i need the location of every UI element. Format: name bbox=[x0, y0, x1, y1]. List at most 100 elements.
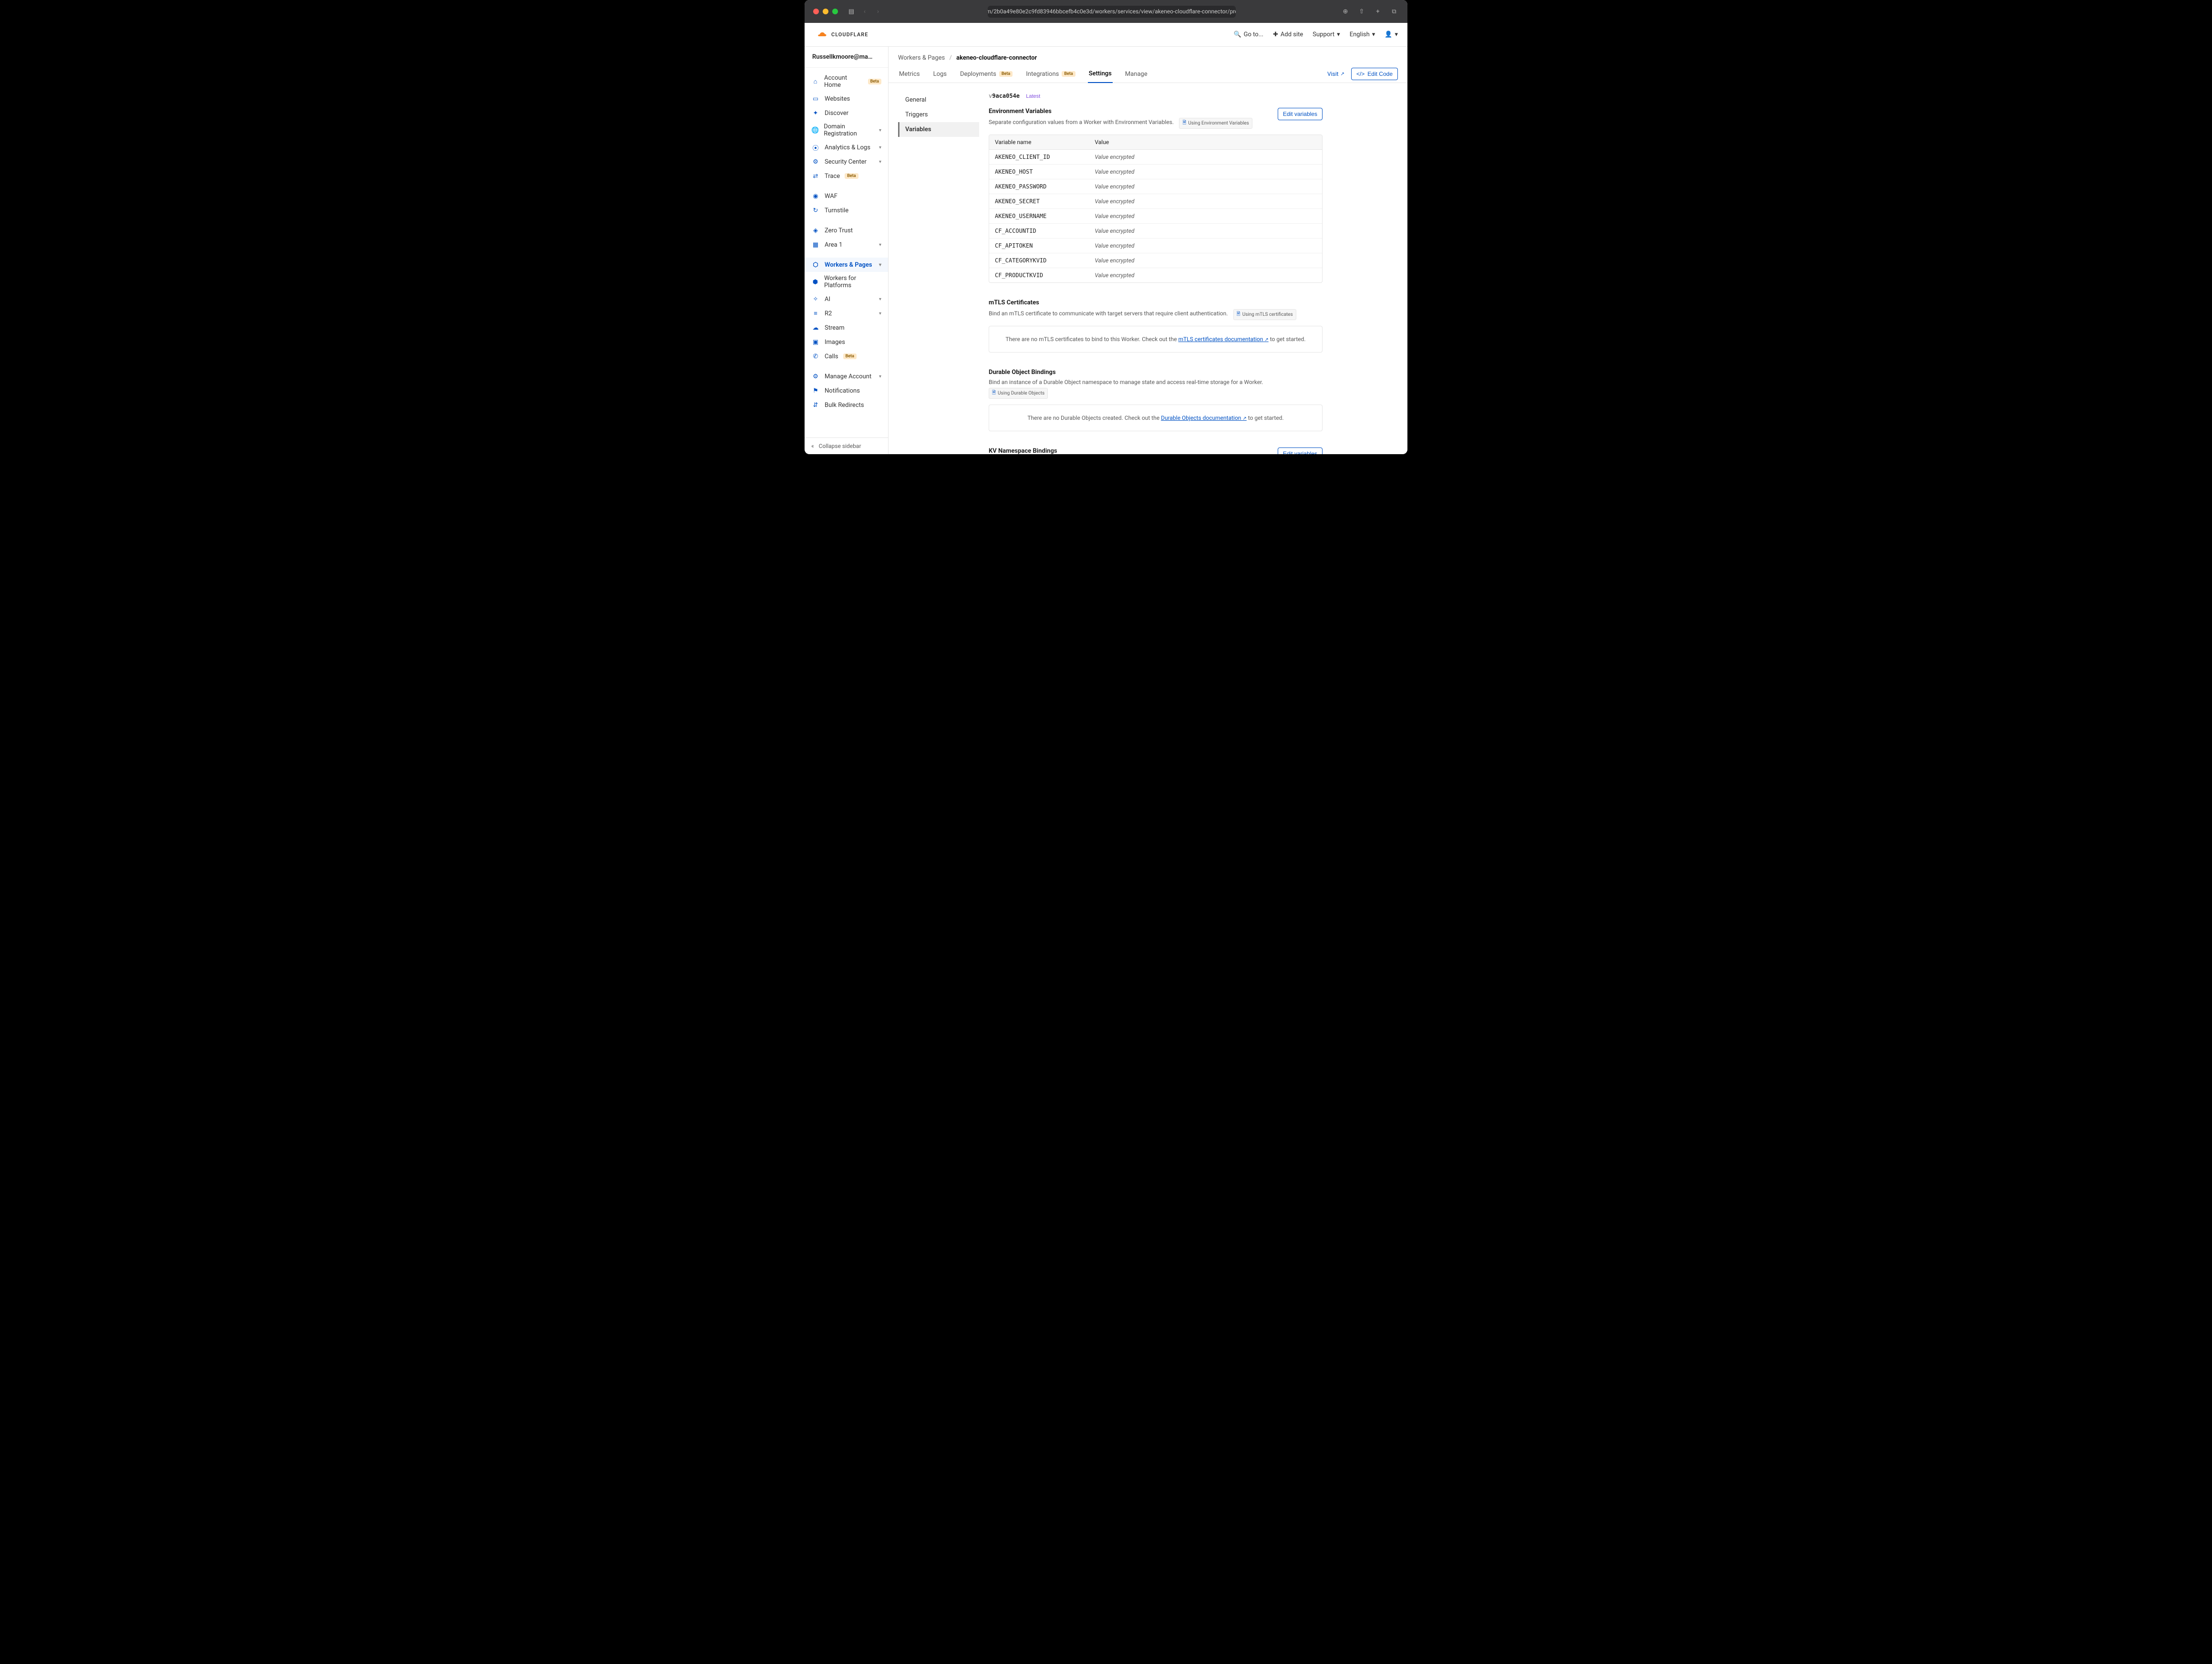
account-email[interactable]: Russellkmoore@ma… bbox=[805, 47, 888, 68]
breadcrumb-current: akeneo-cloudflare-connector bbox=[956, 54, 1037, 62]
maximize-window-button[interactable] bbox=[832, 9, 838, 14]
sidebar-item-turnstile[interactable]: ↻Turnstile bbox=[805, 203, 888, 218]
domain-icon: 🌐 bbox=[811, 126, 819, 135]
settings-nav-variables[interactable]: Variables bbox=[898, 122, 979, 137]
caret-down-icon: ▾ bbox=[879, 262, 881, 268]
breadcrumbs: Workers & Pages / akeneo-cloudflare-conn… bbox=[889, 47, 1407, 65]
security-icon: ⚙ bbox=[811, 157, 820, 166]
home-icon: ⌂ bbox=[811, 77, 819, 86]
add-site-button[interactable]: ✚ Add site bbox=[1273, 31, 1303, 38]
download-icon[interactable]: ⊕ bbox=[1341, 7, 1350, 16]
search-icon: 🔍 bbox=[1233, 31, 1241, 38]
table-row: AKENEO_PASSWORDValue encrypted bbox=[989, 179, 1322, 194]
waf-icon: ◉ bbox=[811, 192, 820, 200]
sidebar-item-websites[interactable]: ▭Websites bbox=[805, 92, 888, 106]
tab-deployments[interactable]: DeploymentsBeta bbox=[959, 65, 1013, 83]
area1-icon: ▦ bbox=[811, 240, 820, 249]
durable-docs-link[interactable]: Durable Objects documentation ↗ bbox=[1161, 415, 1247, 421]
sidebar-item-discover[interactable]: ✦Discover bbox=[805, 106, 888, 120]
mtls-docs-link[interactable]: mTLS certificates documentation ↗ bbox=[1178, 336, 1269, 343]
trace-icon: ⇄ bbox=[811, 172, 820, 180]
sidebar-item-label: Notifications bbox=[825, 387, 860, 395]
sidebar-item-manage-account[interactable]: ⚙Manage Account▾ bbox=[805, 369, 888, 384]
var-value-encrypted: Value encrypted bbox=[1089, 150, 1322, 164]
sidebar-item-workers-pages[interactable]: ⬡Workers & Pages▾ bbox=[805, 258, 888, 272]
sidebar-item-images[interactable]: ▣Images bbox=[805, 335, 888, 349]
table-row: CF_ACCOUNTIDValue encrypted bbox=[989, 224, 1322, 239]
sidebar-item-account-home[interactable]: ⌂Account HomeBeta bbox=[805, 72, 888, 92]
breadcrumb-parent[interactable]: Workers & Pages bbox=[898, 54, 945, 62]
external-link-icon: ↗ bbox=[1242, 416, 1246, 421]
settings-nav-triggers[interactable]: Triggers bbox=[898, 107, 979, 122]
caret-down-icon: ▾ bbox=[1395, 31, 1398, 38]
edit-kv-button[interactable]: Edit variables bbox=[1278, 447, 1323, 454]
sidebar-item-area-1[interactable]: ▦Area 1▾ bbox=[805, 238, 888, 252]
sidebar-item-calls[interactable]: ✆CallsBeta bbox=[805, 349, 888, 364]
durable-docs-chip[interactable]: 🗎 Using Durable Objects bbox=[989, 388, 1048, 399]
cloudflare-logo[interactable]: CLOUDFLARE bbox=[814, 31, 868, 39]
sidebar: Russellkmoore@ma… ⌂Account HomeBeta▭Webs… bbox=[805, 47, 889, 454]
sidebar-item-stream[interactable]: ☁Stream bbox=[805, 321, 888, 335]
durable-objects-section: Durable Object Bindings Bind an instance… bbox=[989, 369, 1323, 431]
var-value-encrypted: Value encrypted bbox=[1089, 194, 1322, 208]
tab-integrations[interactable]: IntegrationsBeta bbox=[1025, 65, 1076, 83]
share-icon[interactable]: ⇧ bbox=[1357, 7, 1366, 16]
external-link-icon: ↗ bbox=[1264, 337, 1268, 343]
traffic-lights bbox=[813, 9, 838, 14]
env-vars-docs-chip[interactable]: 🗎 Using Environment Variables bbox=[1179, 118, 1252, 129]
sidebar-item-security-center[interactable]: ⚙Security Center▾ bbox=[805, 155, 888, 169]
beta-badge: Beta bbox=[843, 354, 857, 359]
collapse-sidebar-button[interactable]: « Collapse sidebar bbox=[805, 437, 888, 454]
tab-settings[interactable]: Settings bbox=[1088, 65, 1113, 83]
table-row: CF_APITOKENValue encrypted bbox=[989, 239, 1322, 253]
visit-link[interactable]: Visit ↗ bbox=[1327, 71, 1344, 77]
close-window-button[interactable] bbox=[813, 9, 819, 14]
sidebar-item-label: Turnstile bbox=[825, 207, 848, 214]
mtls-docs-chip[interactable]: 🗎 Using mTLS certificates bbox=[1233, 309, 1296, 320]
edit-code-button[interactable]: </> Edit Code bbox=[1351, 68, 1398, 80]
table-header-value: Value bbox=[1089, 135, 1322, 149]
sidebar-item-label: Calls bbox=[825, 353, 838, 360]
language-menu[interactable]: English ▾ bbox=[1350, 31, 1375, 38]
goto-search[interactable]: 🔍 Go to... bbox=[1233, 31, 1263, 38]
new-tab-icon[interactable]: + bbox=[1373, 7, 1383, 16]
sidebar-item-trace[interactable]: ⇄TraceBeta bbox=[805, 169, 888, 183]
sidebar-item-notifications[interactable]: ⚑Notifications bbox=[805, 384, 888, 398]
caret-down-icon: ▾ bbox=[1337, 31, 1340, 38]
sidebar-item-r2[interactable]: ≡R2▾ bbox=[805, 306, 888, 321]
sidebar-item-workers-for-platforms[interactable]: ⬢Workers for Platforms bbox=[805, 272, 888, 292]
support-menu[interactable]: Support ▾ bbox=[1313, 31, 1340, 38]
var-name: CF_APITOKEN bbox=[989, 239, 1089, 253]
sidebar-item-analytics-logs[interactable]: ⦿Analytics & Logs▾ bbox=[805, 140, 888, 155]
section-title: Durable Object Bindings bbox=[989, 369, 1323, 376]
caret-down-icon: ▾ bbox=[1372, 31, 1375, 38]
sidebar-toggle-icon[interactable]: ▤ bbox=[847, 7, 856, 16]
ai-icon: ✧ bbox=[811, 295, 820, 303]
tabs-icon[interactable]: ⧉ bbox=[1389, 7, 1399, 16]
sidebar-item-ai[interactable]: ✧AI▾ bbox=[805, 292, 888, 306]
forward-button[interactable]: › bbox=[873, 7, 883, 16]
user-menu[interactable]: 👤 ▾ bbox=[1385, 31, 1398, 38]
var-name: AKENEO_USERNAME bbox=[989, 209, 1089, 223]
sidebar-item-domain-registration[interactable]: 🌐Domain Registration▾ bbox=[805, 120, 888, 140]
table-row: AKENEO_USERNAMEValue encrypted bbox=[989, 209, 1322, 224]
var-name: CF_ACCOUNTID bbox=[989, 224, 1089, 238]
caret-down-icon: ▾ bbox=[879, 242, 881, 248]
var-name: AKENEO_HOST bbox=[989, 165, 1089, 179]
tab-logs[interactable]: Logs bbox=[932, 65, 948, 83]
sidebar-item-label: Trace bbox=[825, 173, 840, 180]
discover-icon: ✦ bbox=[811, 109, 820, 117]
settings-nav-general[interactable]: General bbox=[898, 93, 979, 107]
edit-env-vars-button[interactable]: Edit variables bbox=[1278, 108, 1323, 120]
minimize-window-button[interactable] bbox=[823, 9, 828, 14]
sidebar-item-bulk-redirects[interactable]: ⇵Bulk Redirects bbox=[805, 398, 888, 412]
url-bar[interactable]: 🔒 dash.cloudflare.com/2b0a49e80e2c9fd839… bbox=[988, 6, 1236, 18]
caret-down-icon: ▾ bbox=[879, 145, 881, 150]
tab-metrics[interactable]: Metrics bbox=[898, 65, 921, 83]
tab-manage[interactable]: Manage bbox=[1124, 65, 1148, 83]
back-button[interactable]: ‹ bbox=[860, 7, 869, 16]
sidebar-item-waf[interactable]: ◉WAF bbox=[805, 189, 888, 203]
var-name: CF_PRODUCTKVID bbox=[989, 268, 1089, 282]
var-value-encrypted: Value encrypted bbox=[1089, 209, 1322, 223]
sidebar-item-zero-trust[interactable]: ◈Zero Trust bbox=[805, 223, 888, 238]
